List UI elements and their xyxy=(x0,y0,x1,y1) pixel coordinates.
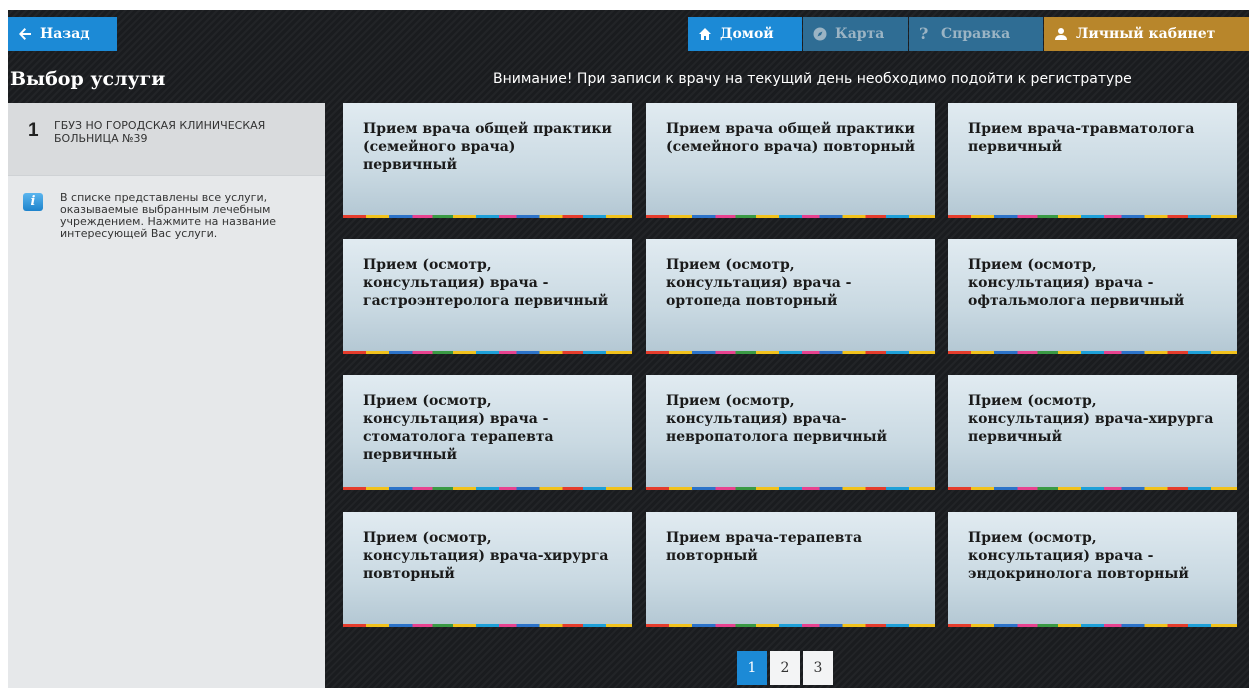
tile-color-stripe xyxy=(343,351,632,354)
tile-color-stripe xyxy=(948,487,1237,490)
tile-color-stripe xyxy=(343,624,632,627)
pagination: 123 xyxy=(737,651,833,685)
service-tile-label: Прием (осмотр, консультация) врача - энд… xyxy=(968,530,1189,582)
info-text: В списке представлены все услуги, оказыв… xyxy=(60,191,277,240)
home-icon xyxy=(699,28,711,40)
service-tile[interactable]: Прием врача общей практики (семейного вр… xyxy=(343,103,632,218)
service-tile-label: Прием (осмотр, консультация) врача-хирур… xyxy=(968,393,1214,445)
tile-color-stripe xyxy=(343,487,632,490)
arrow-left-icon xyxy=(19,28,31,40)
cabinet-button[interactable]: Личный кабинет xyxy=(1044,17,1249,51)
service-tile-label: Прием врача общей практики (семейного вр… xyxy=(363,121,612,173)
service-tile[interactable]: Прием врача общей практики (семейного вр… xyxy=(646,103,935,218)
help-button[interactable]: ? Справка xyxy=(909,17,1043,51)
notice-text: Внимание! При записи к врачу на текущий … xyxy=(493,71,1132,87)
info-icon: i xyxy=(23,193,43,211)
service-tile[interactable]: Прием (осмотр, консультация) врача-хирур… xyxy=(948,375,1237,490)
help-label: Справка xyxy=(941,26,1011,42)
tile-color-stripe xyxy=(646,624,935,627)
tile-color-stripe xyxy=(646,351,935,354)
service-tile[interactable]: Прием (осмотр, консультация) врача - энд… xyxy=(948,512,1237,627)
tile-color-stripe xyxy=(948,351,1237,354)
service-tile-label: Прием врача-травматолога первичный xyxy=(968,121,1195,155)
tile-color-stripe xyxy=(646,487,935,490)
service-tile-label: Прием врача-терапевта повторный xyxy=(666,530,863,564)
cabinet-label: Личный кабинет xyxy=(1076,26,1216,42)
map-button[interactable]: Карта xyxy=(803,17,908,51)
service-tile[interactable]: Прием врача-травматолога первичный xyxy=(948,103,1237,218)
map-label: Карта xyxy=(835,26,885,42)
service-tile[interactable]: Прием (осмотр, консультация) врача - офт… xyxy=(948,239,1237,354)
question-icon: ? xyxy=(919,24,929,43)
service-tile[interactable]: Прием врача-терапевта повторный xyxy=(646,512,935,627)
service-tile-label: Прием (осмотр, консультация) врача - офт… xyxy=(968,257,1185,309)
step-number: 1 xyxy=(28,120,39,141)
home-button[interactable]: Домой xyxy=(688,17,802,51)
compass-icon xyxy=(813,27,827,41)
tile-color-stripe xyxy=(343,215,632,218)
page-button-2[interactable]: 2 xyxy=(770,651,800,685)
step-text: ГБУЗ НО ГОРОДСКАЯ КЛИНИЧЕСКАЯ БОЛЬНИЦА №… xyxy=(54,119,266,145)
home-label: Домой xyxy=(720,26,774,42)
service-tile-label: Прием (осмотр, консультация) врача - орт… xyxy=(666,257,852,309)
service-tile-label: Прием (осмотр, консультация) врача-хирур… xyxy=(363,530,609,582)
service-tile-label: Прием врача общей практики (семейного вр… xyxy=(666,121,916,155)
back-label: Назад xyxy=(40,26,90,42)
page-button-1[interactable]: 1 xyxy=(737,651,767,685)
service-tile[interactable]: Прием (осмотр, консультация) врача-хирур… xyxy=(343,512,632,627)
user-icon xyxy=(1055,28,1067,40)
service-tile-label: Прием (осмотр, консультация) врача - сто… xyxy=(363,393,554,463)
service-tile-label: Прием (осмотр, консультация) врача-невро… xyxy=(666,393,888,445)
service-tile[interactable]: Прием (осмотр, консультация) врача - гас… xyxy=(343,239,632,354)
service-tile-label: Прием (осмотр, консультация) врача - гас… xyxy=(363,257,609,309)
tile-color-stripe xyxy=(948,624,1237,627)
tile-color-stripe xyxy=(948,215,1237,218)
tile-color-stripe xyxy=(646,215,935,218)
breadcrumb-step[interactable]: 1 ГБУЗ НО ГОРОДСКАЯ КЛИНИЧЕСКАЯ БОЛЬНИЦА… xyxy=(8,103,325,176)
page-button-3[interactable]: 3 xyxy=(803,651,833,685)
back-button[interactable]: Назад xyxy=(8,17,117,51)
left-edge xyxy=(0,0,8,688)
left-panel: 1 ГБУЗ НО ГОРОДСКАЯ КЛИНИЧЕСКАЯ БОЛЬНИЦА… xyxy=(8,103,325,688)
service-tile[interactable]: Прием (осмотр, консультация) врача - орт… xyxy=(646,239,935,354)
service-tile[interactable]: Прием (осмотр, консультация) врача-невро… xyxy=(646,375,935,490)
top-edge xyxy=(0,0,1249,10)
service-tile[interactable]: Прием (осмотр, консультация) врача - сто… xyxy=(343,375,632,490)
page-title: Выбор услуги xyxy=(10,68,166,90)
